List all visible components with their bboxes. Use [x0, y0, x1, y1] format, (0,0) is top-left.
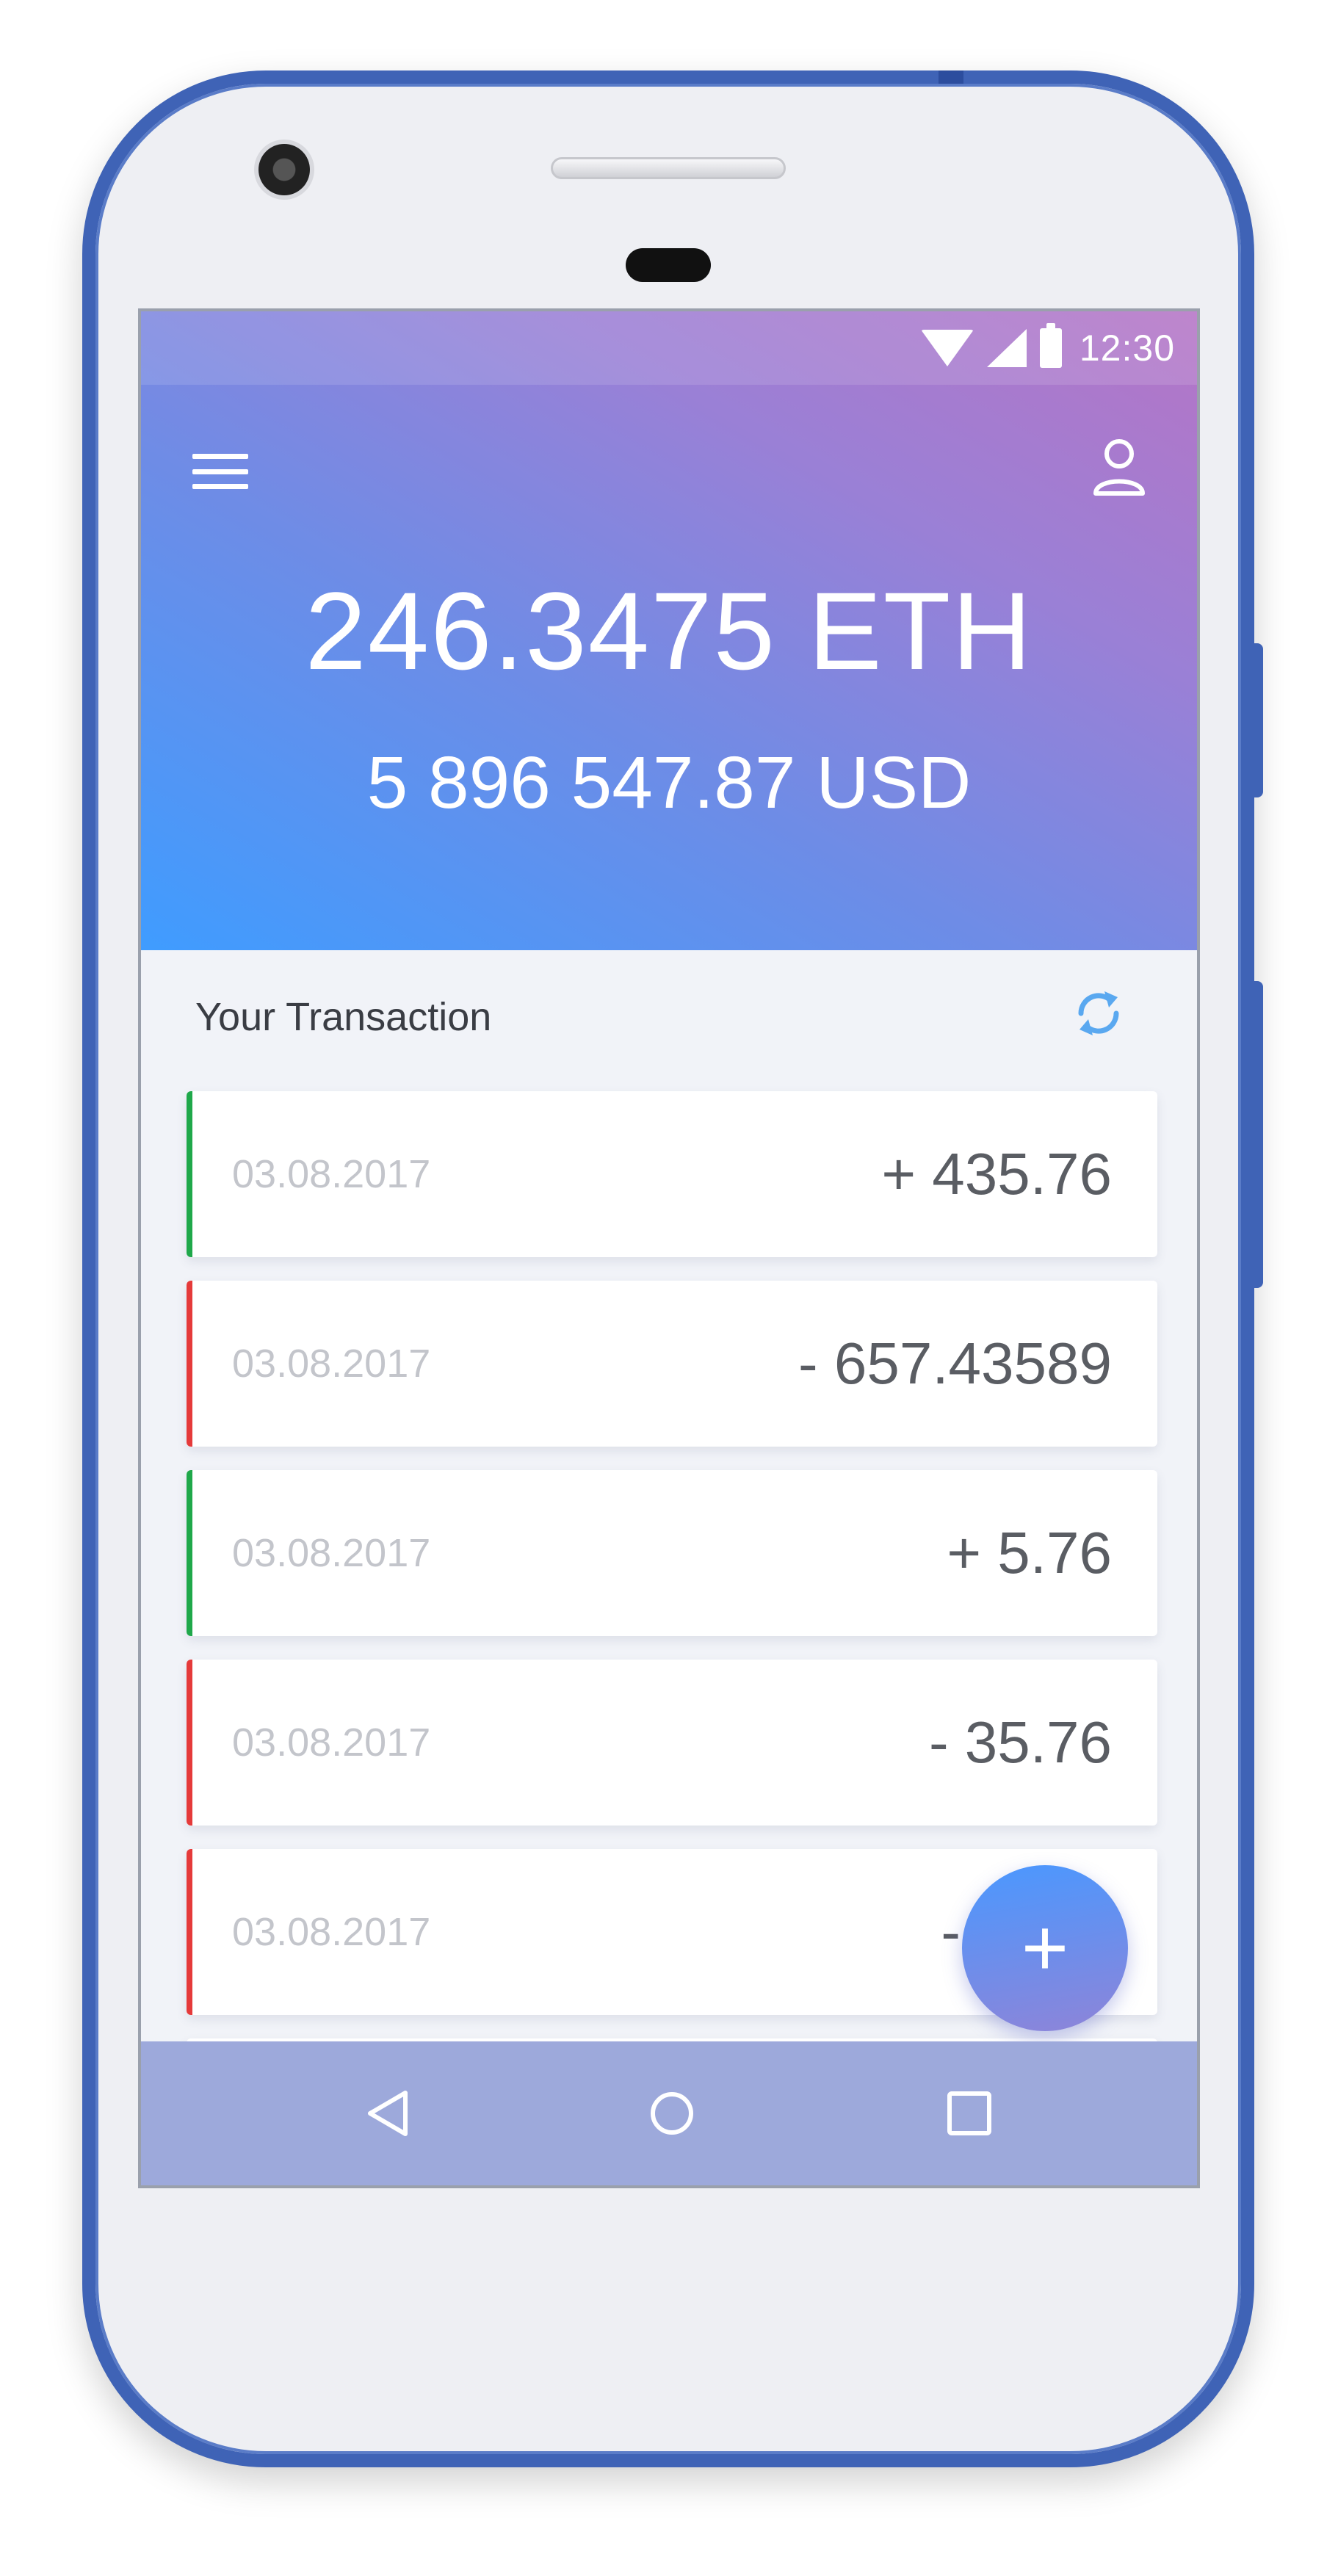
back-icon-svg — [368, 2091, 408, 2136]
transaction-amount: - — [941, 1899, 961, 1964]
hamburger-menu-icon[interactable] — [192, 449, 248, 493]
transaction-type-bar — [187, 1281, 192, 1447]
home-icon-svg — [651, 2092, 693, 2135]
transaction-date: 03.08.2017 — [232, 1721, 431, 1765]
refresh-icon-svg — [1078, 991, 1119, 1035]
balance-usd: 5 896 547.87 USD — [366, 742, 972, 824]
transaction-card[interactable]: 03.08.2017 - 657.43589 — [187, 1281, 1157, 1447]
proximity-sensor — [626, 248, 711, 282]
app-screen: 12:30 246.3475 ETH 5 896 547.87 USD Your… — [138, 308, 1200, 2188]
transactions-heading: Your Transaction — [195, 995, 492, 1039]
back-icon[interactable] — [360, 2084, 419, 2143]
battery-icon — [1039, 323, 1062, 368]
power-button — [1253, 981, 1263, 1288]
menu-line — [192, 468, 248, 474]
balance-header: 12:30 246.3475 ETH 5 896 547.87 USD — [141, 311, 1197, 950]
refresh-icon[interactable] — [1066, 981, 1131, 1046]
recent-apps-icon[interactable] — [940, 2084, 999, 2143]
user-profile-icon[interactable] — [1090, 435, 1149, 501]
plus-icon: + — [1021, 1903, 1069, 1993]
transaction-type-bar — [187, 1660, 192, 1826]
transaction-card[interactable]: 03.08.2017 + 5.76 — [187, 1470, 1157, 1636]
antenna-line — [939, 70, 963, 84]
recent-apps-icon-svg — [947, 2091, 991, 2135]
transaction-amount: + 5.76 — [947, 1520, 1112, 1585]
transaction-amount: - 657.43589 — [798, 1331, 1112, 1396]
transaction-card[interactable]: 03.08.2017 + 435.76 — [187, 1091, 1157, 1257]
transaction-amount: + 435.76 — [881, 1141, 1112, 1206]
transaction-date: 03.08.2017 — [232, 1152, 431, 1196]
android-nav-bar — [141, 2041, 1197, 2185]
home-icon[interactable] — [643, 2084, 701, 2143]
cell-signal-icon — [986, 329, 1027, 367]
transaction-date: 03.08.2017 — [232, 1531, 431, 1575]
transaction-card[interactable]: 03.08.2017 - 35.76 — [187, 1660, 1157, 1826]
transaction-type-bar — [187, 1091, 192, 1257]
status-icons: 12:30 — [920, 323, 1175, 370]
balance-eth: 246.3475 ETH — [305, 569, 1033, 692]
transaction-amount: - 35.76 — [928, 1710, 1112, 1775]
add-transaction-button[interactable]: + — [962, 1865, 1128, 2031]
transaction-date: 03.08.2017 — [232, 1342, 431, 1386]
volume-button — [1253, 643, 1263, 797]
status-bar: 12:30 — [141, 311, 1197, 385]
transaction-type-bar — [187, 1470, 192, 1636]
earpiece-speaker — [551, 157, 786, 179]
transaction-type-bar — [187, 1849, 192, 2015]
wifi-icon — [920, 330, 974, 366]
menu-line — [192, 484, 248, 489]
status-time: 12:30 — [1079, 328, 1175, 369]
user-profile-icon-svg — [1093, 439, 1145, 496]
menu-line — [192, 454, 248, 459]
front-camera — [258, 144, 310, 195]
transaction-date: 03.08.2017 — [232, 1910, 431, 1954]
